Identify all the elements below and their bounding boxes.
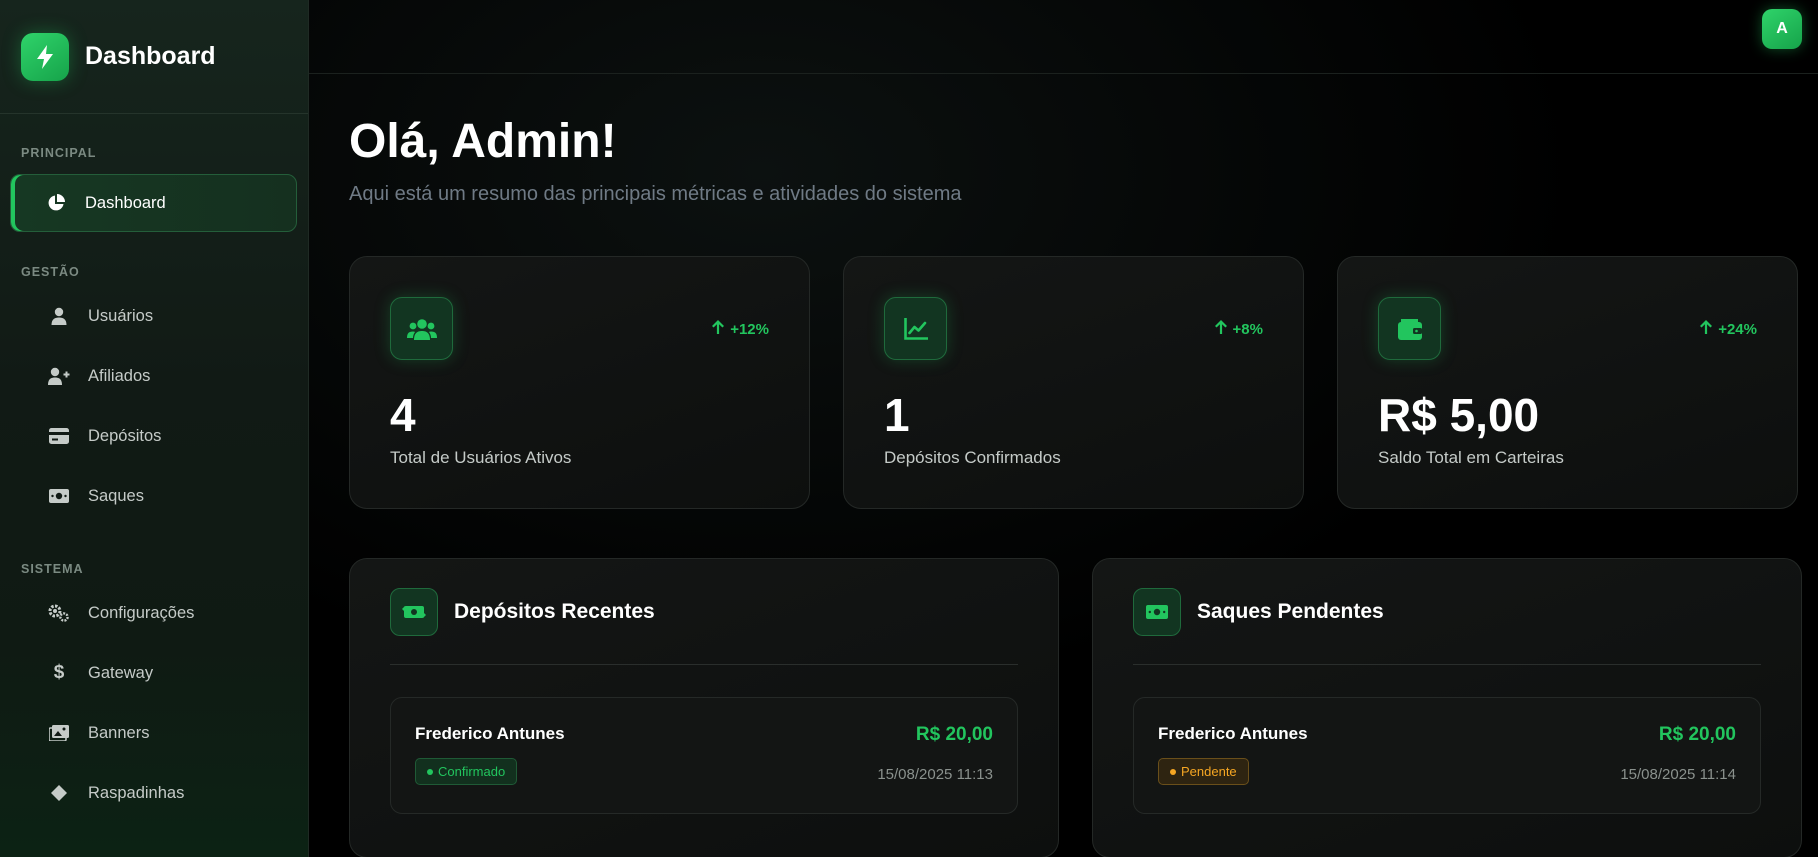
sidebar-item-banners[interactable]: Banners — [10, 704, 297, 762]
sidebar-item-gateway[interactable]: $ Gateway — [10, 644, 297, 702]
sidebar-item-label: Dashboard — [85, 193, 166, 212]
users-icon — [390, 297, 453, 360]
status-badge: Pendente — [1158, 758, 1249, 785]
sidebar-item-label: Gateway — [88, 663, 154, 682]
user-plus-icon — [48, 367, 70, 385]
user-icon — [48, 307, 70, 325]
sidebar-item-dashboard[interactable]: Dashboard — [10, 174, 297, 232]
sidebar-item-label: Usuários — [88, 306, 154, 325]
sidebar: Dashboard PRINCIPAL Dashboard GESTÃO Usu… — [0, 0, 309, 857]
status-dot — [1170, 768, 1176, 775]
money-bill-transfer-icon — [390, 587, 438, 636]
transaction-card[interactable]: Frederico Antunes R$ 20,00 Pendente 15/0… — [1133, 697, 1761, 814]
pie-chart-icon — [45, 194, 67, 212]
stat-card-users: +12% 4 Total de Usuários Ativos — [349, 256, 810, 509]
stat-label: Saldo Total em Carteiras — [1378, 448, 1564, 467]
section-label-gestao: GESTÃO — [21, 265, 80, 279]
bolt-icon — [21, 32, 69, 81]
sidebar-item-configuracoes[interactable]: Configurações — [10, 584, 297, 642]
wallet-icon — [1378, 297, 1441, 360]
arrow-up-icon — [712, 320, 725, 338]
stats-row: +12% 4 Total de Usuários Ativos +8% 1 De… — [349, 256, 1802, 509]
gears-icon — [48, 604, 70, 622]
dollar-icon: $ — [53, 662, 65, 683]
panel-header: Depósitos Recentes — [390, 559, 1018, 665]
sidebar-item-label: Raspadinhas — [88, 783, 185, 802]
arrow-up-icon — [1700, 320, 1713, 338]
chart-line-icon — [884, 297, 947, 360]
diamond-icon — [48, 785, 70, 801]
stat-label: Total de Usuários Ativos — [390, 448, 572, 467]
sidebar-item-label: Configurações — [88, 603, 195, 622]
money-bill-icon — [48, 489, 70, 503]
brand-title: Dashboard — [85, 42, 216, 70]
images-icon — [48, 725, 70, 741]
stat-change: +24% — [1700, 320, 1757, 338]
panel-header: Saques Pendentes — [1133, 559, 1761, 665]
stat-value: 1 — [884, 389, 910, 441]
money-bill-icon — [1133, 587, 1181, 636]
transaction-name: Frederico Antunes — [415, 724, 565, 743]
stat-card-wallet: +24% R$ 5,00 Saldo Total em Carteiras — [1337, 256, 1798, 509]
panel-pending-withdrawals: Saques Pendentes Frederico Antunes R$ 20… — [1092, 558, 1802, 857]
sidebar-item-label: Afiliados — [88, 366, 151, 385]
page-title: Olá, Admin! — [349, 115, 617, 168]
sidebar-item-label: Banners — [88, 723, 150, 742]
status-dot — [427, 768, 433, 775]
avatar[interactable]: A — [1762, 9, 1802, 49]
stat-value: 4 — [390, 389, 416, 441]
credit-card-icon — [48, 428, 70, 444]
arrow-up-icon — [1214, 320, 1227, 338]
page-subtitle: Aqui está um resumo das principais métri… — [349, 183, 962, 205]
brand[interactable]: Dashboard — [0, 0, 308, 114]
section-label-sistema: SISTEMA — [21, 562, 84, 576]
stat-value: R$ 5,00 — [1378, 389, 1540, 441]
stat-change: +8% — [1214, 320, 1263, 338]
sidebar-item-usuarios[interactable]: Usuários — [10, 287, 297, 345]
sidebar-item-afiliados[interactable]: Afiliados — [10, 347, 297, 405]
sidebar-item-label: Depósitos — [88, 426, 162, 445]
topbar: A — [309, 0, 1818, 74]
panel-title: Depósitos Recentes — [454, 599, 655, 623]
transaction-name: Frederico Antunes — [1158, 724, 1308, 743]
stat-change: +12% — [712, 320, 769, 338]
main-content: A Olá, Admin! Aqui está um resumo das pr… — [309, 0, 1818, 857]
transaction-date: 15/08/2025 11:14 — [1620, 766, 1736, 783]
transaction-card[interactable]: Frederico Antunes R$ 20,00 Confirmado 15… — [390, 697, 1018, 814]
sidebar-item-raspadinhas[interactable]: Raspadinhas — [10, 764, 297, 822]
stat-card-deposits: +8% 1 Depósitos Confirmados — [843, 256, 1304, 509]
transaction-amount: R$ 20,00 — [1658, 724, 1736, 745]
section-label-principal: PRINCIPAL — [21, 146, 97, 160]
panel-recent-deposits: Depósitos Recentes Frederico Antunes R$ … — [349, 558, 1059, 857]
transaction-amount: R$ 20,00 — [915, 724, 993, 745]
panels-row: Depósitos Recentes Frederico Antunes R$ … — [349, 558, 1802, 857]
status-badge: Confirmado — [415, 758, 518, 785]
sidebar-item-depositos[interactable]: Depósitos — [10, 407, 297, 465]
sidebar-item-saques[interactable]: Saques — [10, 467, 297, 525]
panel-title: Saques Pendentes — [1197, 599, 1384, 623]
sidebar-item-label: Saques — [88, 486, 144, 505]
stat-label: Depósitos Confirmados — [884, 448, 1061, 467]
transaction-date: 15/08/2025 11:13 — [877, 766, 993, 783]
